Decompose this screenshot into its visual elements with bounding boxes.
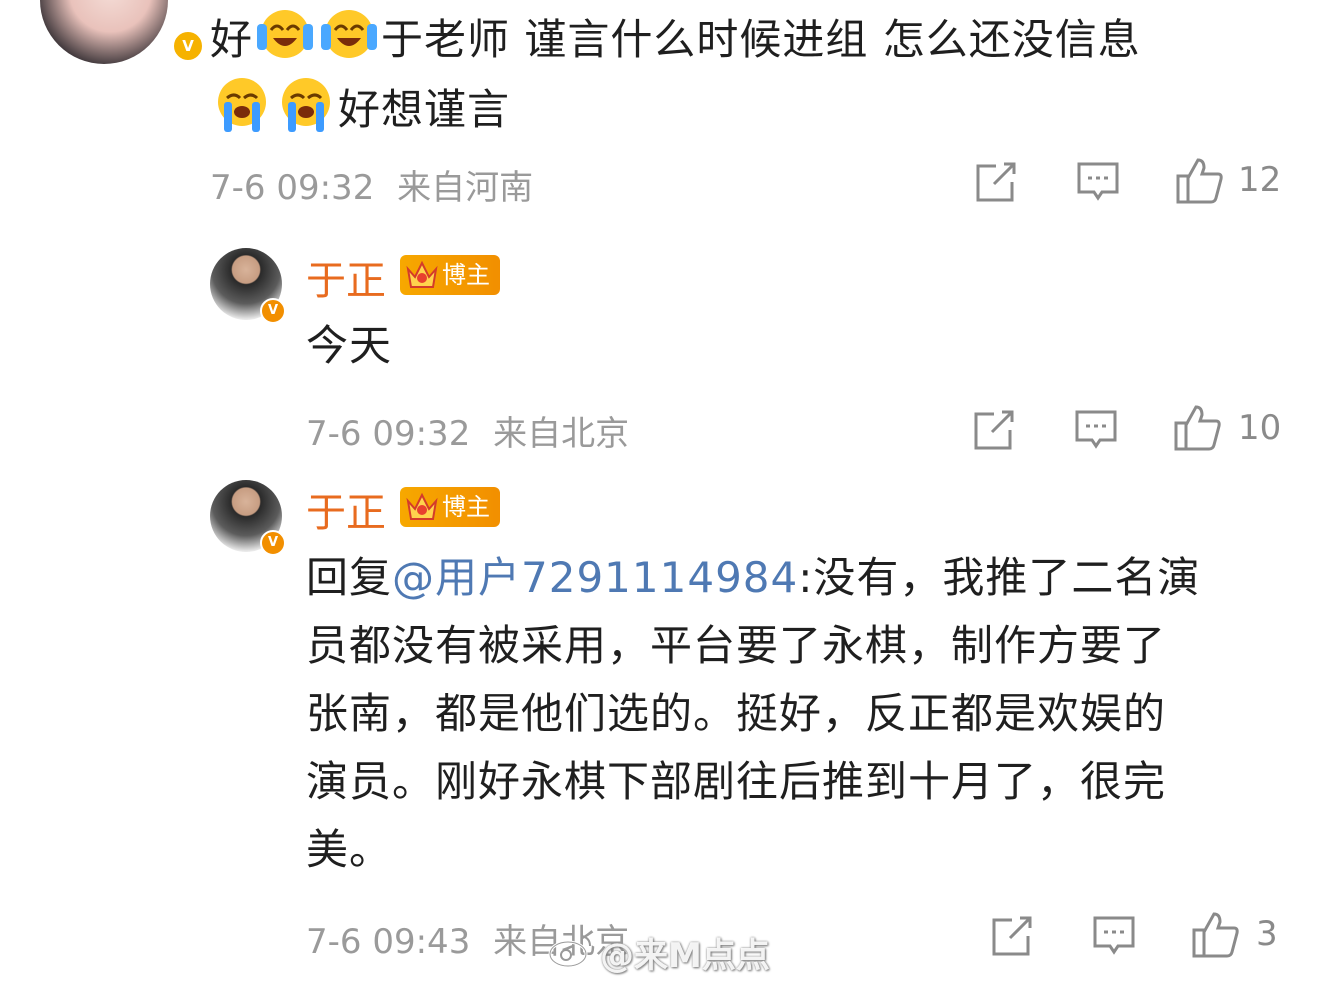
- reply-avatar[interactable]: V: [210, 480, 286, 556]
- verified-icon: V: [172, 30, 204, 62]
- comment-icon[interactable]: [1074, 408, 1118, 452]
- reply-meta: 7-6 09:32 来自北京: [306, 406, 629, 455]
- laughing-cry-emoji: [257, 10, 314, 58]
- comment-icon[interactable]: [1076, 160, 1120, 204]
- forward-icon[interactable]: [990, 914, 1034, 958]
- commenter-avatar[interactable]: V: [40, 0, 204, 64]
- verified-icon: V: [260, 298, 286, 324]
- like-icon[interactable]: [1172, 403, 1222, 453]
- like-count: 10: [1238, 408, 1282, 448]
- crown-icon: [406, 492, 438, 520]
- reply-text: 今天: [306, 321, 393, 370]
- reply-time: 7-6 09:43: [306, 922, 471, 962]
- comment-location: 来自河南: [397, 168, 534, 208]
- crying-emoji: [282, 78, 330, 132]
- comment-time: 7-6 09:32: [210, 168, 375, 208]
- reply-text: 回复@用户7291114984:没有，我推了二名演 员都没有被采用，平台要了永棋…: [306, 553, 1201, 874]
- forward-icon[interactable]: [972, 408, 1016, 452]
- verified-icon: V: [260, 530, 286, 556]
- like-icon[interactable]: [1190, 910, 1240, 960]
- mention-link[interactable]: @用户7291114984: [392, 553, 798, 602]
- weibo-logo-icon: [548, 935, 591, 968]
- blogger-badge: 博主: [400, 255, 500, 295]
- reply-avatar[interactable]: V: [210, 248, 286, 324]
- reply-prefix: 回复: [306, 553, 393, 602]
- forward-icon[interactable]: [974, 160, 1018, 204]
- watermark: @来M点点: [600, 936, 770, 976]
- blogger-badge: 博主: [400, 487, 500, 527]
- comment-meta: 7-6 09:32 来自河南: [210, 160, 533, 209]
- reply-username[interactable]: 于正: [306, 480, 386, 538]
- comment-text: 好于老师 谨言什么时候进组 怎么还没信息 好想谨言: [210, 4, 1270, 144]
- crown-icon: [406, 260, 438, 288]
- laughing-cry-emoji: [321, 10, 378, 58]
- like-count: 12: [1238, 160, 1282, 200]
- like-count: 3: [1256, 914, 1278, 954]
- like-icon[interactable]: [1174, 156, 1224, 206]
- comment-icon[interactable]: [1092, 914, 1136, 958]
- reply-time: 7-6 09:32: [306, 414, 471, 454]
- reply-location: 来自北京: [493, 414, 630, 454]
- crying-emoji: [218, 78, 266, 132]
- reply-username[interactable]: 于正: [306, 248, 386, 306]
